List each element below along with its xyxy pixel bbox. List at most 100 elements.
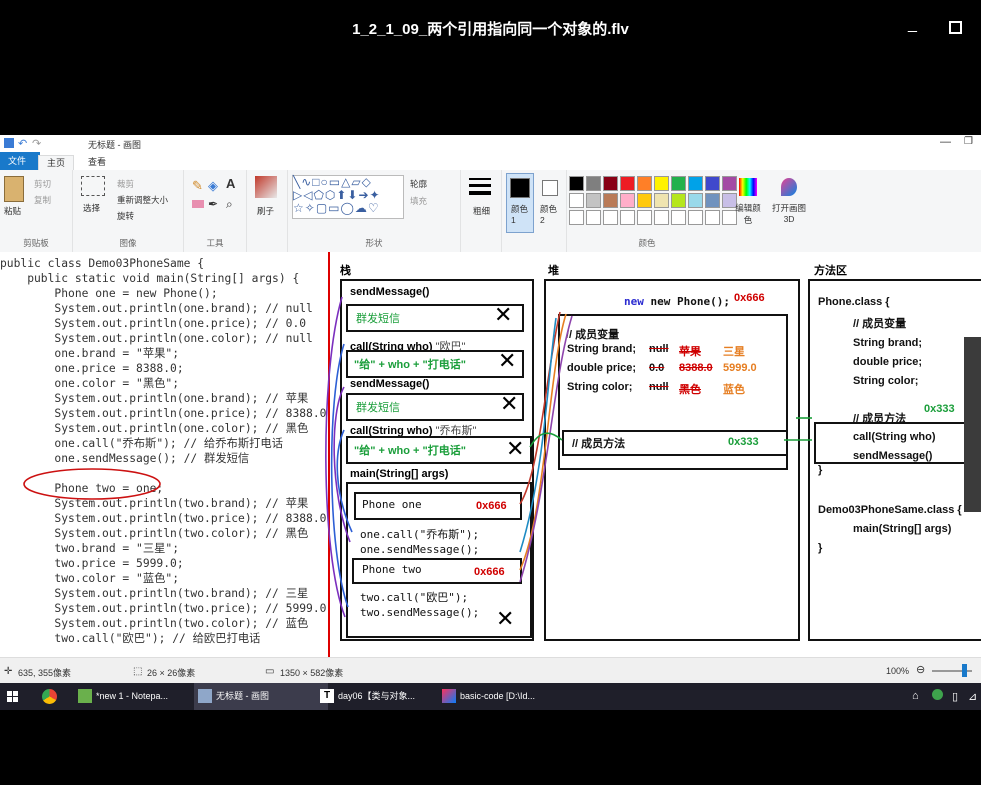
select-button[interactable]: 选择 xyxy=(83,202,100,214)
zoom-out-icon[interactable]: ⊖ xyxy=(916,663,925,676)
picker-icon[interactable]: ✒ xyxy=(208,197,218,211)
brush-group: 刷子 xyxy=(247,170,288,252)
pencil-icon[interactable]: ✎ xyxy=(192,178,203,194)
arrow-purple xyxy=(325,296,346,618)
taskbar-item-label: basic-code [D:\Id... xyxy=(460,691,536,701)
palette-empty-swatch[interactable] xyxy=(603,210,618,225)
palette-swatch[interactable] xyxy=(637,176,652,191)
paint3d-button[interactable]: 打开画图 3D xyxy=(771,202,807,224)
scroll-handle[interactable] xyxy=(964,337,981,512)
palette-swatch[interactable] xyxy=(569,193,584,208)
image-label: 图像 xyxy=(119,238,137,248)
fill-icon[interactable]: ◈ xyxy=(208,178,218,194)
battery-icon[interactable]: ▯ xyxy=(952,690,958,703)
palette-empty-swatch[interactable] xyxy=(671,210,686,225)
network-icon[interactable]: ⊿ xyxy=(968,690,977,703)
taskbar-item-idea[interactable]: basic-code [D:\Id... xyxy=(438,683,576,710)
palette-swatch[interactable] xyxy=(603,176,618,191)
tab-file[interactable]: 文件 xyxy=(0,152,40,170)
palette-swatch[interactable] xyxy=(654,193,669,208)
tab-view[interactable]: 查看 xyxy=(80,155,114,169)
save-icon[interactable] xyxy=(4,138,14,148)
palette-swatch[interactable] xyxy=(722,176,737,191)
paste-icon[interactable] xyxy=(4,176,24,202)
cut-button[interactable]: 剪切 xyxy=(34,178,51,190)
rotate-button[interactable]: 旋转 xyxy=(117,210,134,222)
edit-colors-icon[interactable] xyxy=(739,178,757,196)
palette-empty-swatch[interactable] xyxy=(705,210,720,225)
arrow-violet xyxy=(519,315,573,583)
redo-icon[interactable]: ↷ xyxy=(32,137,41,150)
zoom-thumb[interactable] xyxy=(962,664,967,677)
brush-icon[interactable] xyxy=(255,176,277,198)
color2-label: 颜色 2 xyxy=(540,204,558,225)
fill-button[interactable]: 填充 xyxy=(410,195,427,207)
selection-icon: ⬚ xyxy=(133,666,143,677)
resize-button[interactable]: 重新调整大小 xyxy=(117,194,168,206)
text-icon[interactable]: A xyxy=(226,176,235,191)
zoom-level: 100% xyxy=(886,666,910,676)
chrome-icon[interactable] xyxy=(42,689,57,704)
palette-empty-swatch[interactable] xyxy=(620,210,635,225)
palette-swatch[interactable] xyxy=(688,193,703,208)
palette-swatch[interactable] xyxy=(620,193,635,208)
notepad-icon xyxy=(78,689,92,703)
palette-swatch[interactable] xyxy=(586,193,601,208)
quick-access-toolbar: ↶ ↷ 无标题 - 画图 — ❐ xyxy=(0,135,981,152)
crop-button[interactable]: 裁剪 xyxy=(117,178,134,190)
palette-swatch[interactable] xyxy=(654,176,669,191)
brush-button[interactable]: 刷子 xyxy=(257,205,274,217)
tab-home[interactable]: 主页 xyxy=(38,155,75,170)
paint-icon xyxy=(198,689,212,703)
tray-green-icon[interactable] xyxy=(932,689,943,700)
clipboard-label: 剪贴板 xyxy=(23,238,49,248)
size-group: 粗细 xyxy=(461,170,502,252)
palette-swatch[interactable] xyxy=(671,176,686,191)
tray-icon[interactable]: ⌂ xyxy=(912,690,919,702)
eraser-icon[interactable] xyxy=(192,200,204,208)
edit-colors-button[interactable]: 编辑颜色 xyxy=(735,202,761,226)
arrow-blue2 xyxy=(336,429,353,533)
palette-swatch[interactable] xyxy=(705,176,720,191)
palette-empty-swatch[interactable] xyxy=(654,210,669,225)
selection-size: 26 × 26像素 xyxy=(147,668,196,678)
taskbar-item-label: day06【类与对象... xyxy=(338,691,416,701)
windows-start-icon[interactable] xyxy=(7,691,18,702)
palette-swatch[interactable] xyxy=(586,176,601,191)
copy-button[interactable]: 复制 xyxy=(34,194,51,206)
undo-icon[interactable]: ↶ xyxy=(18,137,27,150)
colors-label: 颜色 xyxy=(638,238,656,248)
paint-canvas[interactable]: public class Demo03PhoneSame { public st… xyxy=(0,252,981,657)
taskbar-item-typora[interactable]: Tday06【类与对象... xyxy=(316,683,446,710)
palette-swatch[interactable] xyxy=(569,176,584,191)
size-button[interactable]: 粗细 xyxy=(473,205,490,217)
window-minimize-icon[interactable]: — xyxy=(940,136,951,148)
palette-swatch[interactable] xyxy=(671,193,686,208)
palette-empty-swatch[interactable] xyxy=(688,210,703,225)
palette-swatch[interactable] xyxy=(688,176,703,191)
maximize-icon[interactable] xyxy=(949,21,962,34)
magnifier-icon[interactable]: ⌕ xyxy=(226,197,233,212)
arrow-blue xyxy=(330,343,349,608)
palette-swatch[interactable] xyxy=(705,193,720,208)
paint3d-icon[interactable] xyxy=(781,178,797,196)
paste-button[interactable]: 粘贴 xyxy=(4,205,21,217)
status-bar: ✛ 635, 355像素 ⬚ 26 × 26像素 ▭ 1350 × 582像素 … xyxy=(0,657,981,684)
outline-button[interactable]: 轮廓 xyxy=(410,178,427,190)
shapes-gallery[interactable]: ╲∿□○▭△▱◇ ▷◁⬠⬡⬆⬇➔✦ ☆✧▢▭◯☁♡ xyxy=(292,175,404,219)
palette-empty-swatch[interactable] xyxy=(637,210,652,225)
color2-swatch[interactable] xyxy=(542,180,558,196)
palette-swatch[interactable] xyxy=(603,193,618,208)
taskbar-item-notepad[interactable]: *new 1 - Notepa... xyxy=(74,683,202,710)
palette-swatch[interactable] xyxy=(620,176,635,191)
ribbon-tabs: 文件 主页 查看 xyxy=(0,152,981,171)
palette-swatch[interactable] xyxy=(637,193,652,208)
canvas-size: 1350 × 582像素 xyxy=(280,668,344,678)
taskbar-item-paint[interactable]: 无标题 - 画图 xyxy=(194,683,328,710)
select-icon[interactable] xyxy=(81,176,105,196)
minimize-icon[interactable]: _ xyxy=(908,17,922,34)
window-restore-icon[interactable]: ❐ xyxy=(964,136,973,147)
colors-group: 编辑颜色 打开画图 3D 颜色 xyxy=(567,170,815,252)
palette-empty-swatch[interactable] xyxy=(586,210,601,225)
palette-empty-swatch[interactable] xyxy=(569,210,584,225)
